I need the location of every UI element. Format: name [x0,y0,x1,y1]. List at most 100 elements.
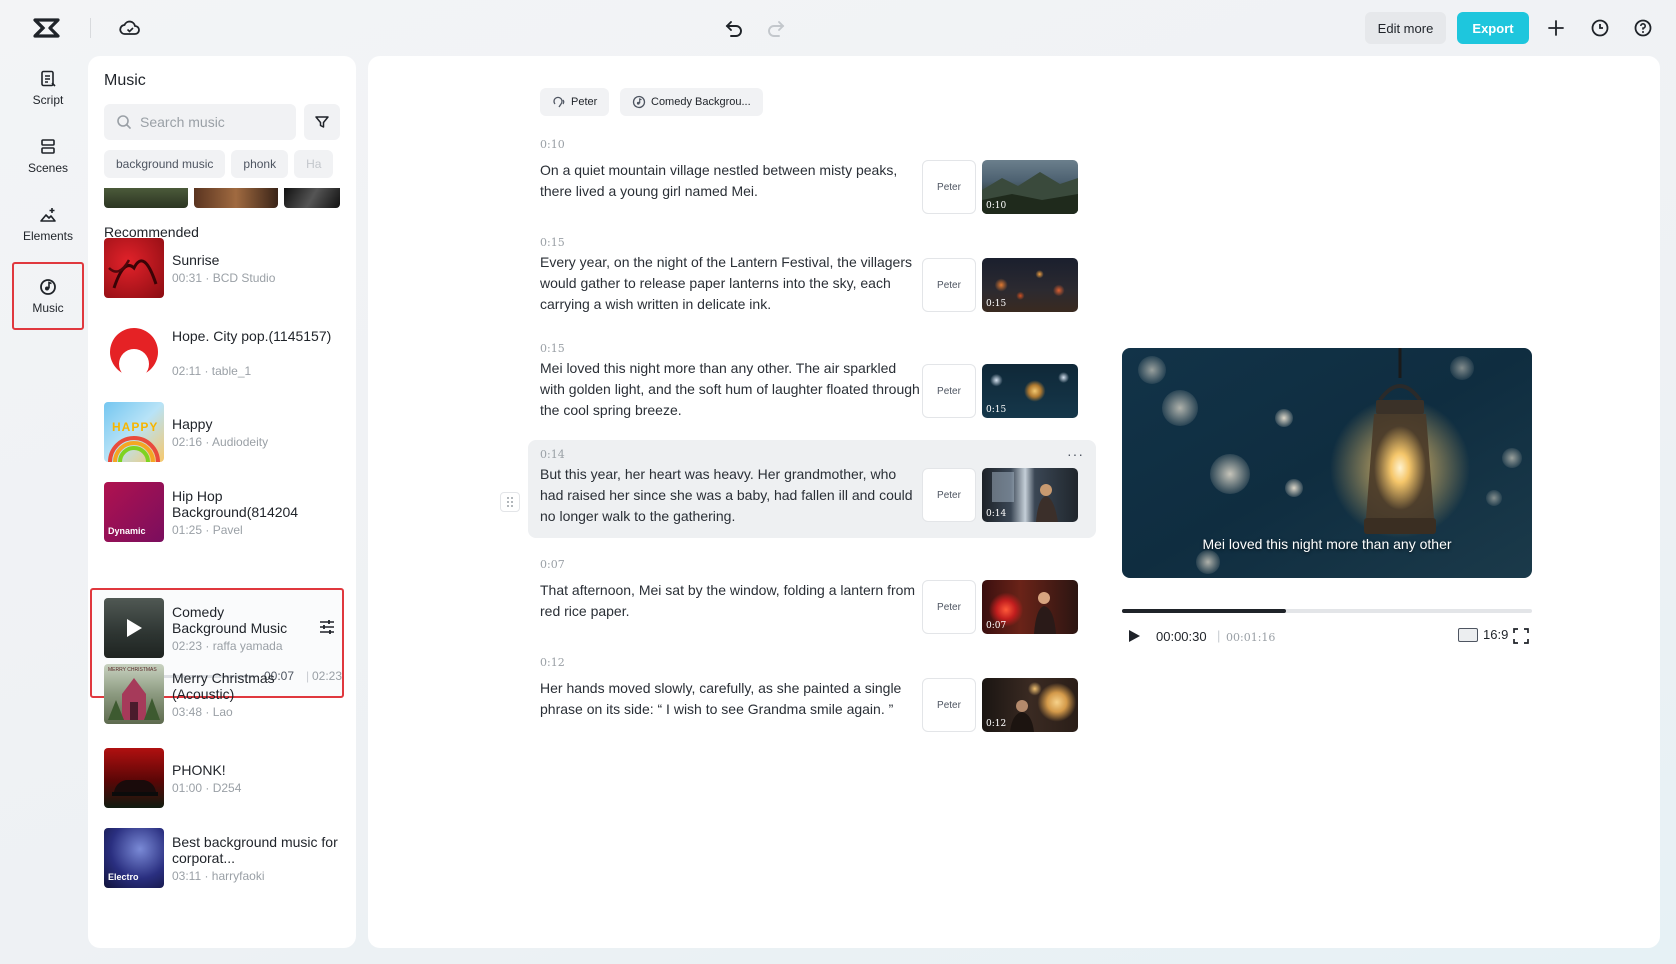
scene-text[interactable]: On a quiet mountain village nestled betw… [540,160,920,202]
list-item[interactable]: HAPPY Happy 02:16 · Audiodeity [104,402,340,466]
clock-icon[interactable] [1589,17,1611,39]
voice-tag-label: Peter [571,96,597,108]
list-item[interactable]: Dynamic Hip Hop Background(814204 01:25 … [104,482,340,546]
more-options-icon[interactable]: ··· [1067,446,1084,462]
scene-thumbnail[interactable]: 0:07 [982,580,1078,634]
album-cover: HAPPY [104,402,164,462]
scene-row-hovered[interactable]: 0:14 ··· But this year, her heart was he… [528,440,1096,538]
rail-item-music[interactable]: Music [12,262,84,330]
undo-icon[interactable] [722,16,746,40]
cover-text: Electro [108,872,139,882]
album-cover [104,320,164,380]
list-item[interactable]: Comedy Background Music 02:23 · raffa ya… [104,598,340,662]
track-title: Comedy Background Music [172,604,300,636]
scene-thumbnail[interactable]: 0:15 [982,364,1078,418]
track-title: Happy [172,416,338,432]
track-meta: 03:11 · harryfaoki [172,869,265,883]
rail-item-label: Script [33,93,64,107]
playlist-thumb[interactable] [194,188,278,208]
chip[interactable]: Ha [294,150,333,178]
edit-more-button[interactable]: Edit more [1365,12,1446,44]
help-icon[interactable] [1632,17,1654,39]
scene-thumbnail[interactable]: 0:15 [982,258,1078,312]
rail-item-scenes[interactable]: Scenes [12,124,84,188]
search-input[interactable] [140,114,290,130]
scene-row[interactable]: 0:12 Her hands moved slowly, carefully, … [528,648,1096,748]
scene-thumbnail[interactable]: 0:14 [982,468,1078,522]
track-meta: 00:31 · BCD Studio [172,271,275,285]
music-tag[interactable]: Comedy Backgrou... [620,88,763,116]
redo-icon[interactable] [764,16,788,40]
scene-thumbnail[interactable]: 0:10 [982,160,1078,214]
video-preview[interactable]: Mei loved this night more than any other [1122,348,1532,578]
track-title: Hope. City pop.(1145157) [172,328,338,344]
search-box[interactable] [104,104,296,140]
play-overlay[interactable] [104,598,164,658]
album-cover: MERRY CHRISTMAS [104,664,164,724]
thumbnail-time: 0:10 [986,201,1006,211]
scene-row[interactable]: 0:15 Every year, on the night of the Lan… [528,228,1096,328]
capcut-logo-icon[interactable] [32,15,62,41]
top-divider [90,18,91,38]
adjust-icon[interactable] [318,618,336,636]
plus-icon[interactable] [1545,17,1567,39]
list-item[interactable]: Hope. City pop.(1145157) 02:11 · table_1 [104,320,340,384]
track-meta: 02:16 · Audiodeity [172,435,268,449]
search-icon [116,114,132,130]
aspect-ratio-label: 16:9 [1483,627,1508,642]
video-subtitle: Mei loved this night more than any other [1122,536,1532,552]
list-item[interactable]: Electro Best background music for corpor… [104,828,340,892]
rail-item-label: Music [32,301,63,315]
script-icon [38,69,58,89]
track-meta: 01:25 · Pavel [172,523,243,537]
fullscreen-icon[interactable] [1512,627,1530,645]
aspect-ratio-button[interactable]: 16:9 [1458,627,1508,642]
scene-text[interactable]: That afternoon, Mei sat by the window, f… [540,580,920,622]
export-button[interactable]: Export [1457,12,1529,44]
voice-button[interactable]: Peter [922,580,976,634]
playlist-thumb[interactable] [104,188,188,208]
voice-button[interactable]: Peter [922,364,976,418]
list-item[interactable]: MERRY CHRISTMAS Merry Christmas (Acousti… [104,664,340,728]
rail-item-label: Elements [23,229,73,243]
playback-total-time: 00:01:16 [1226,631,1275,644]
filter-icon [313,113,331,131]
rail-item-script[interactable]: Script [12,56,84,120]
scene-text[interactable]: Every year, on the night of the Lantern … [540,252,920,315]
cloud-icon[interactable] [118,16,142,40]
voice-button[interactable]: Peter [922,678,976,732]
thumbnail-time: 0:14 [986,509,1006,519]
chip[interactable]: background music [104,150,225,178]
top-bar: Edit more Export [0,0,1676,56]
scene-row[interactable]: 0:10 On a quiet mountain village nestled… [528,130,1096,226]
drag-handle-icon[interactable] [500,492,520,512]
track-title: Hip Hop Background(814204 [172,488,338,520]
list-item[interactable]: Sunrise 00:31 · BCD Studio [104,238,340,302]
scene-row[interactable]: 0:15 Mei loved this night more than any … [528,334,1096,434]
playlist-thumb[interactable] [284,188,340,208]
voice-button[interactable]: Peter [922,258,976,312]
scene-thumbnail[interactable]: 0:12 [982,678,1078,732]
voice-button[interactable]: Peter [922,160,976,214]
music-icon [38,277,58,297]
track-title: Best background music for corporat... [172,834,338,866]
chip[interactable]: phonk [231,150,288,178]
playback-progress-fill [1122,609,1286,613]
playback-progress-bar[interactable] [1122,609,1532,613]
time-separator: | [1217,628,1220,643]
voice-tag[interactable]: Peter [540,88,609,116]
scene-text[interactable]: Mei loved this night more than any other… [540,358,920,421]
scene-text[interactable]: But this year, her heart was heavy. Her … [540,464,920,527]
scene-time: 0:07 [540,558,565,571]
cover-text: Dynamic [108,526,146,536]
play-icon[interactable] [1126,628,1142,644]
rail-item-elements[interactable]: Elements [12,192,84,256]
list-item[interactable]: PHONK! 01:00 · D254 [104,748,340,812]
filter-button[interactable] [304,104,340,140]
scene-text[interactable]: Her hands moved slowly, carefully, as sh… [540,678,920,720]
voice-button[interactable]: Peter [922,468,976,522]
scenes-icon [38,137,58,157]
scene-row[interactable]: 0:07 That afternoon, Mei sat by the wind… [528,550,1096,644]
music-tag-label: Comedy Backgrou... [651,96,751,108]
album-cover [104,748,164,808]
